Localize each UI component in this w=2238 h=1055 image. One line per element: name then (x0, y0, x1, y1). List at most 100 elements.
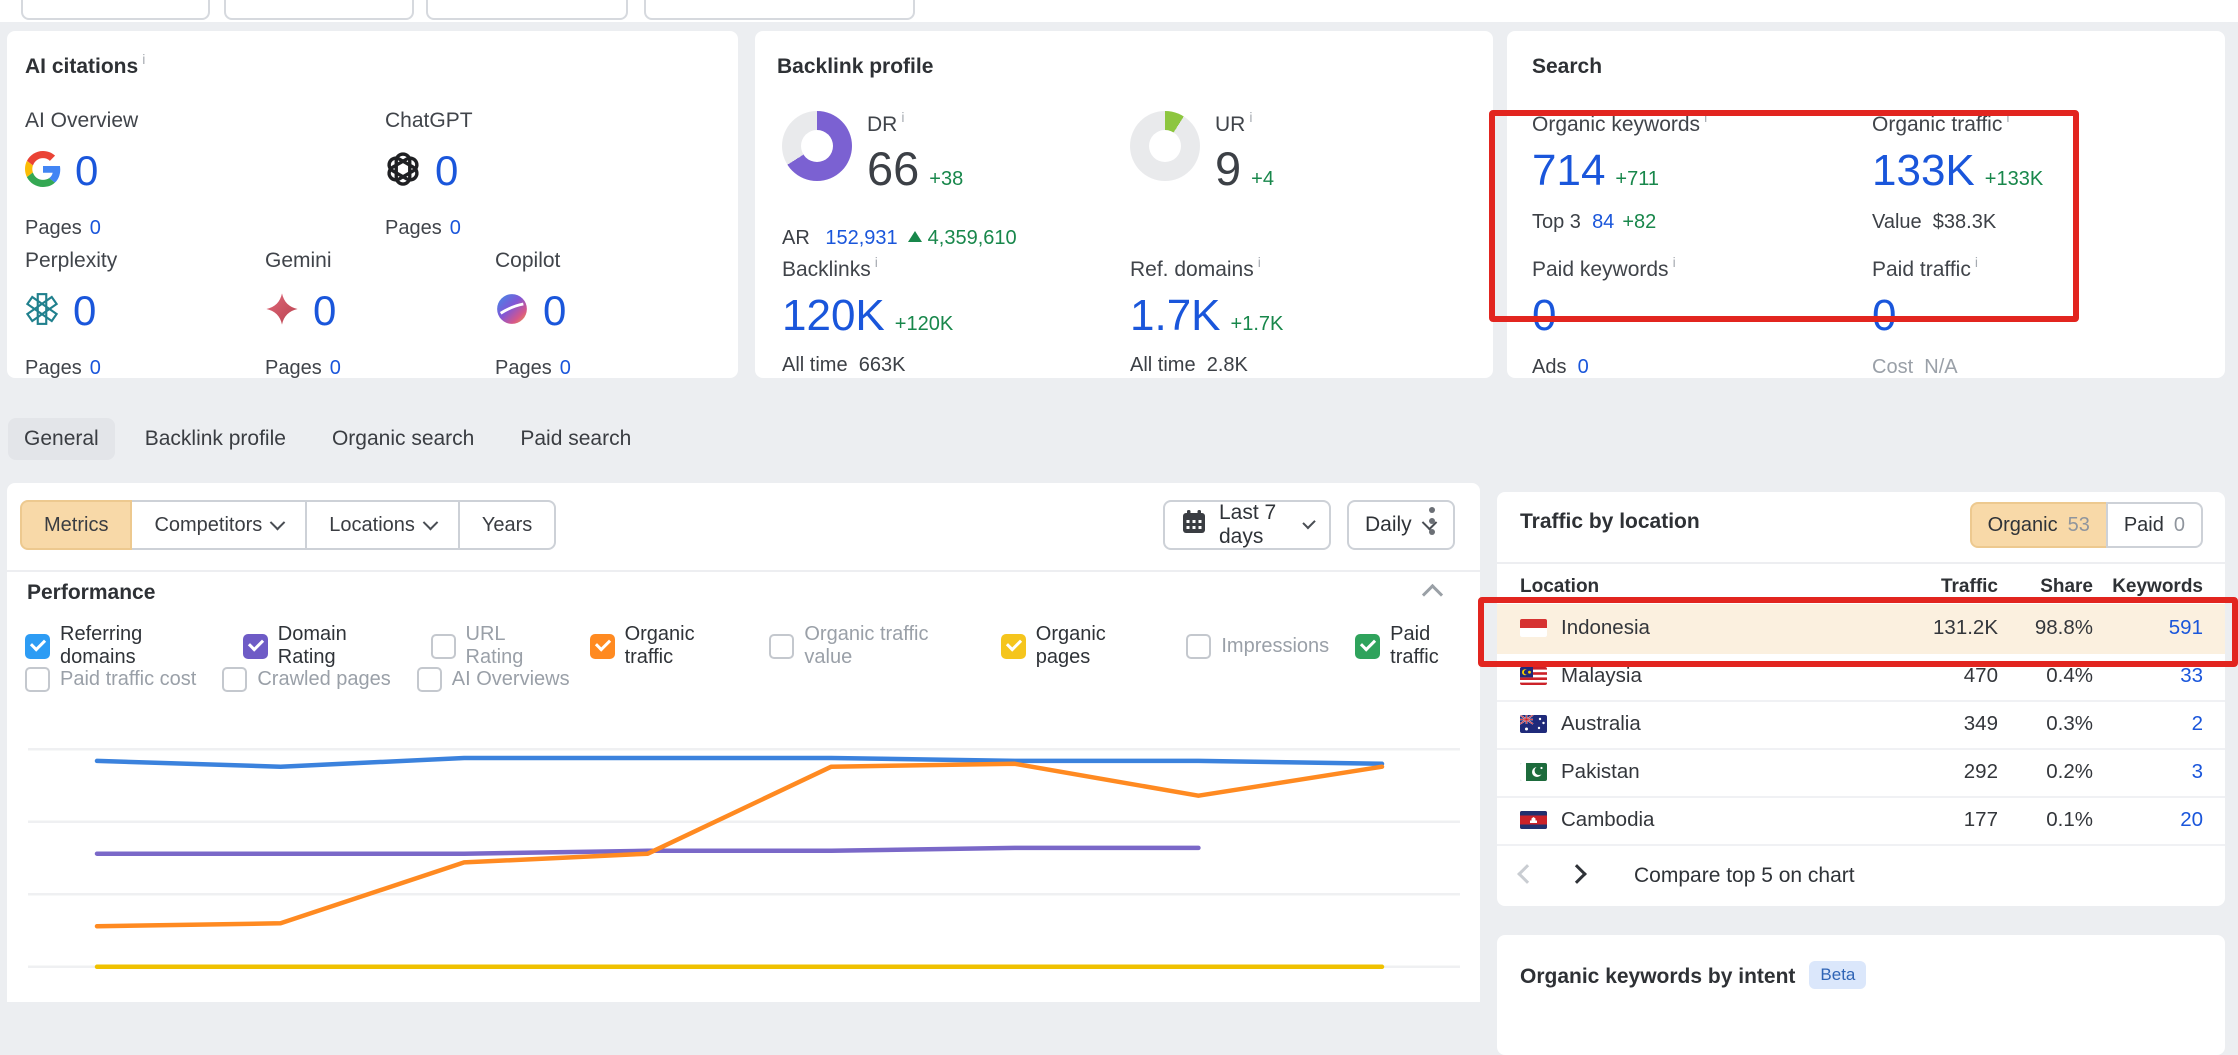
top3-value[interactable]: 84 (1592, 211, 1614, 233)
ar-value[interactable]: 152,931 (825, 227, 897, 249)
table-row-indonesia[interactable]: Indonesia 131.2K 98.8% 591 (1497, 604, 2225, 654)
segment-metrics[interactable]: Metrics (20, 500, 132, 550)
checkbox-organic-traffic[interactable]: Organic traffic (590, 623, 744, 669)
info-icon[interactable] (1249, 109, 1252, 125)
checkbox-impressions[interactable]: Impressions (1186, 634, 1329, 659)
organic-keywords-block: Organic keywords 714+711 Top 3 84+82 (1532, 113, 1707, 234)
performance-title: Performance (27, 581, 155, 605)
info-icon[interactable] (875, 254, 878, 270)
chevron-down-icon (270, 514, 286, 530)
toggle-paid[interactable]: Paid0 (2106, 502, 2203, 548)
top-filter-box-4[interactable] (644, 0, 915, 20)
google-icon (25, 151, 61, 192)
copilot-icon (495, 292, 529, 331)
tab-backlink-profile[interactable]: Backlink profile (129, 418, 302, 460)
paid-traffic-value[interactable]: 0 (1872, 291, 1896, 340)
chevron-down-icon (423, 514, 439, 530)
checkbox-domain-rating[interactable]: Domain Rating (243, 623, 405, 669)
organic-traffic-value[interactable]: 133K (1872, 146, 1975, 195)
info-icon[interactable] (1258, 254, 1261, 270)
top-filter-box-2[interactable] (224, 0, 414, 20)
top-filter-box-1[interactable] (21, 0, 210, 20)
ai-citations-title: AI citations (25, 55, 145, 79)
keywords-link[interactable]: 2 (2093, 712, 2203, 736)
checkbox-paid-traffic[interactable]: Paid traffic (1355, 623, 1480, 669)
keywords-link[interactable]: 20 (2093, 808, 2203, 832)
ai-item-chatgpt: ChatGPT 0 Pages0 (385, 109, 615, 240)
checkbox-referring-domains[interactable]: Referring domains (25, 623, 217, 669)
info-icon[interactable] (2006, 109, 2009, 125)
organic-keywords-value[interactable]: 714 (1532, 146, 1605, 195)
granularity-select[interactable]: Daily (1347, 500, 1455, 550)
keywords-link[interactable]: 591 (2093, 616, 2203, 640)
ads-value[interactable]: 0 (1578, 356, 1589, 378)
toggle-organic[interactable]: Organic53 (1970, 502, 2108, 548)
table-row-malaysia[interactable]: Malaysia 470 0.4% 33 (1497, 652, 2225, 702)
backlink-profile-card: Backlink profile DR 66+38 AR 152,9314,35… (755, 31, 1493, 378)
copilot-value[interactable]: 0 (543, 290, 566, 332)
paid-keywords-value[interactable]: 0 (1532, 291, 1556, 340)
calendar-icon (1181, 509, 1207, 541)
keywords-by-intent-title: Organic keywords by intentBeta (1520, 961, 1866, 989)
copilot-pages: Pages0 (495, 357, 725, 380)
table-row-pakistan[interactable]: Pakistan 292 0.2% 3 (1497, 748, 2225, 798)
perplexity-icon (25, 292, 59, 331)
info-icon[interactable] (1704, 109, 1707, 125)
perplexity-pages: Pages0 (25, 357, 255, 380)
chevron-down-icon (1302, 515, 1316, 529)
tab-organic-search[interactable]: Organic search (316, 418, 490, 460)
table-row-cambodia[interactable]: Cambodia 177 0.1% 20 (1497, 796, 2225, 846)
next-page-button[interactable] (1570, 867, 1584, 886)
ar-row: AR 152,9314,359,610 (782, 227, 1017, 250)
ai-item-perplexity: Perplexity 0 Pages0 (25, 249, 255, 380)
compare-top5-label: Compare top 5 on chart (1634, 864, 1855, 888)
segment-locations[interactable]: Locations (305, 500, 460, 550)
location-pager: Compare top 5 on chart (1520, 856, 1855, 896)
checkbox-organic-pages[interactable]: Organic pages (1001, 623, 1161, 669)
checkbox-ai-overviews[interactable]: AI Overviews (417, 667, 570, 692)
legend-row-1: Referring domains Domain Rating URL Rati… (25, 623, 1480, 669)
keywords-link[interactable]: 33 (2093, 664, 2203, 688)
flag-malaysia (1520, 667, 1547, 685)
ai-overview-value[interactable]: 0 (75, 150, 98, 192)
checkbox-crawled-pages[interactable]: Crawled pages (222, 667, 390, 692)
backlink-profile-title: Backlink profile (777, 55, 933, 79)
search-card: Search Organic keywords 714+711 Top 3 84… (1507, 31, 2225, 378)
tab-general[interactable]: General (8, 418, 115, 460)
date-range-picker[interactable]: Last 7 days (1163, 500, 1331, 550)
ai-item-gemini: Gemini 0 Pages0 (265, 249, 495, 380)
ai-overview-pages: Pages0 (25, 217, 255, 240)
backlinks-value[interactable]: 120K (782, 291, 885, 340)
info-icon[interactable] (1673, 254, 1676, 270)
ur-donut (1130, 111, 1200, 181)
legend-row-2: Paid traffic cost Crawled pages AI Overv… (25, 667, 570, 692)
perplexity-value[interactable]: 0 (73, 290, 96, 332)
chatgpt-value[interactable]: 0 (435, 150, 458, 192)
divider (7, 570, 1480, 572)
checkbox-paid-traffic-cost[interactable]: Paid traffic cost (25, 667, 196, 692)
search-title: Search (1532, 55, 1602, 79)
table-row-australia[interactable]: Australia 349 0.3% 2 (1497, 700, 2225, 750)
info-icon[interactable] (1975, 254, 1978, 270)
chatgpt-icon (385, 151, 421, 192)
segment-years[interactable]: Years (458, 500, 556, 550)
ref-domains-value[interactable]: 1.7K (1130, 291, 1221, 340)
flag-australia (1520, 715, 1547, 733)
backlinks-block: Backlinks 120K+120K All time 663K (782, 258, 953, 377)
gemini-value[interactable]: 0 (313, 290, 336, 332)
info-icon[interactable] (901, 109, 904, 125)
prev-page-button[interactable] (1520, 867, 1534, 886)
tab-paid-search[interactable]: Paid search (504, 418, 647, 460)
divider (1497, 562, 2225, 564)
collapse-chevron-icon[interactable] (1425, 587, 1440, 607)
checkbox-organic-traffic-value[interactable]: Organic traffic value (769, 623, 974, 669)
performance-chart[interactable] (20, 700, 1467, 1000)
traffic-by-location-card: Traffic by location Organic53 Paid0 Loca… (1497, 492, 2225, 906)
segment-competitors[interactable]: Competitors (130, 500, 307, 550)
keywords-link[interactable]: 3 (2093, 760, 2203, 784)
checkbox-url-rating[interactable]: URL Rating (431, 623, 564, 669)
top-filter-box-3[interactable] (426, 0, 628, 20)
beta-badge: Beta (1809, 961, 1866, 989)
info-icon[interactable] (142, 51, 145, 67)
more-options-button[interactable] (1429, 507, 1435, 535)
